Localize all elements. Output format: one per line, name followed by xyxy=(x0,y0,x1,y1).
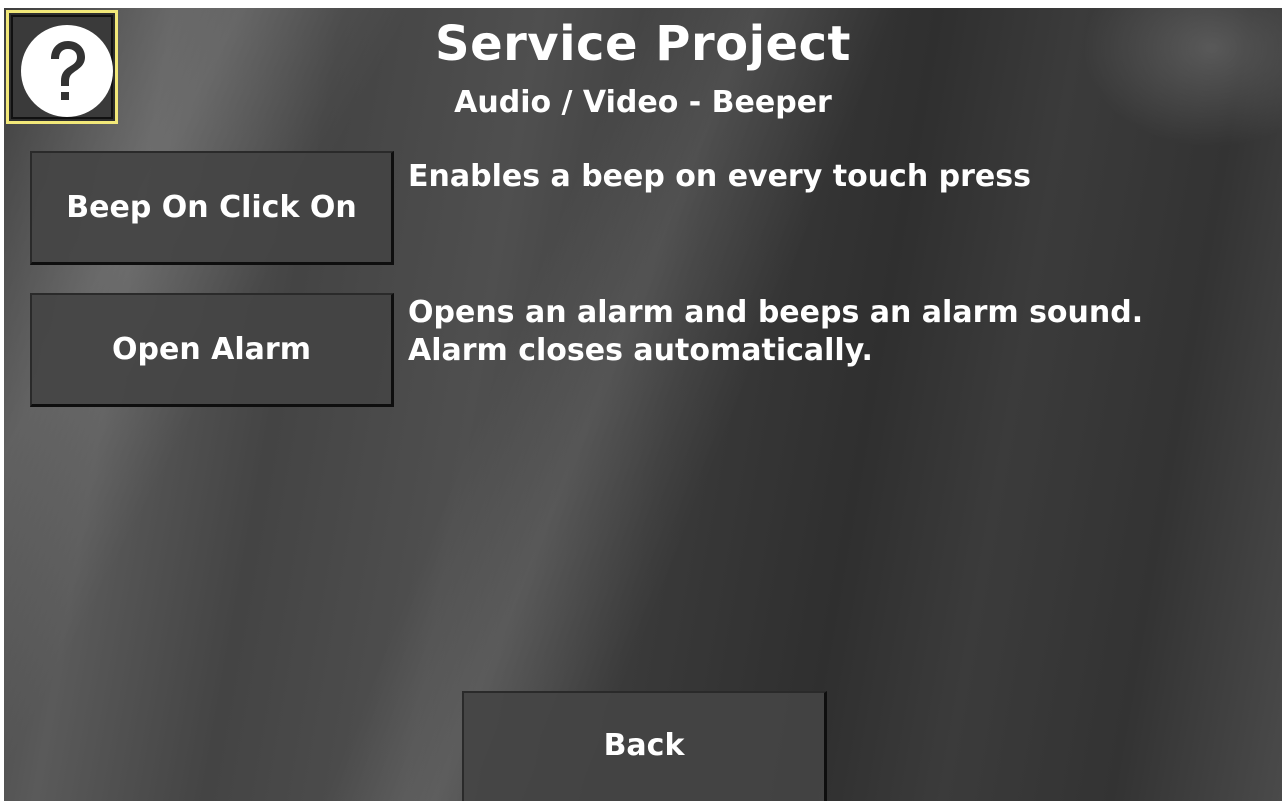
open-alarm-description-line-2: Alarm closes automatically. xyxy=(408,333,873,368)
open-alarm-description-line-1: Opens an alarm and beeps an alarm sound. xyxy=(408,295,1144,330)
open-alarm-description: Opens an alarm and beeps an alarm sound.… xyxy=(408,294,1143,370)
beep-on-click-description: Enables a beep on every touch press xyxy=(408,159,1031,194)
beep-on-click-button[interactable]: Beep On Click On xyxy=(30,151,394,265)
page-title: Service Project xyxy=(435,16,851,72)
back-button[interactable]: Back xyxy=(462,691,827,801)
service-screen: Service Project Audio / Video - Beeper B… xyxy=(4,8,1282,801)
page-subtitle: Audio / Video - Beeper xyxy=(454,85,832,120)
open-alarm-button[interactable]: Open Alarm xyxy=(30,293,394,407)
